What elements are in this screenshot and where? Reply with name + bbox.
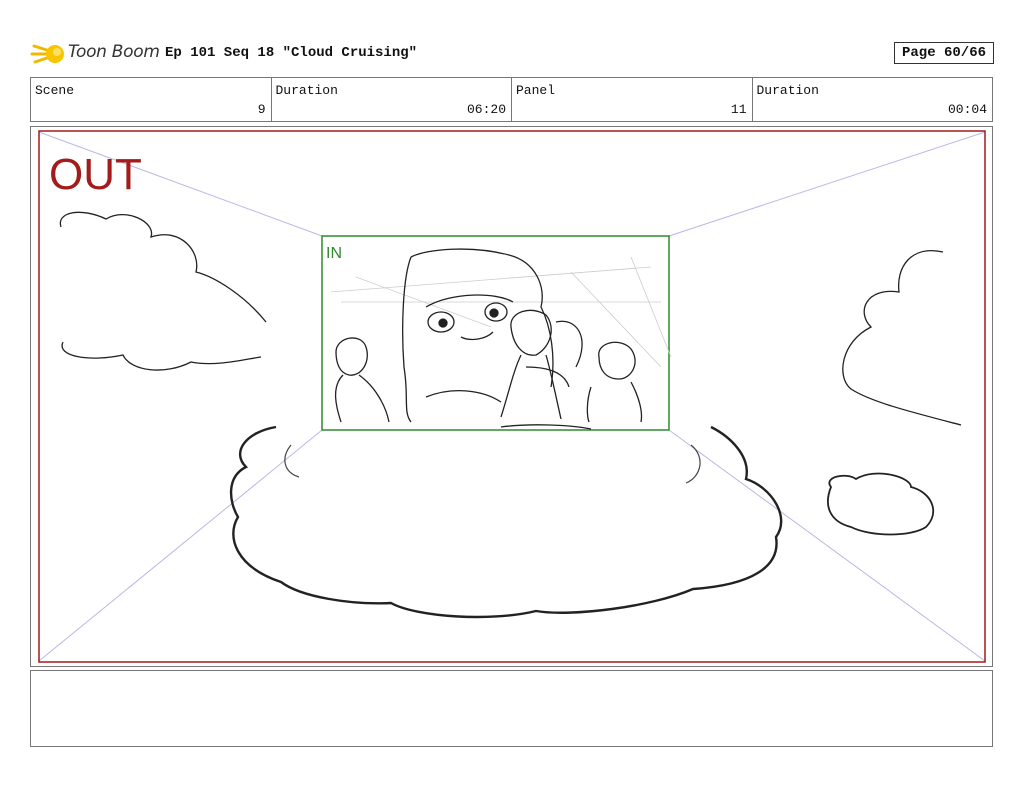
panel-cell: Panel 11: [512, 78, 753, 121]
panel-duration-value: 00:04: [947, 102, 987, 117]
cloud-detail: [284, 444, 701, 484]
cloud-right: [842, 250, 962, 426]
panel-info-row: Scene 9 Duration 06:20 Panel 11 Duration…: [30, 77, 993, 122]
brand-name: Toon Boom: [68, 42, 160, 62]
in-frame: [321, 235, 670, 431]
toon-boom-logo: Toon Boom: [30, 36, 160, 72]
scene-label: Scene: [35, 83, 75, 98]
scene-duration-cell: Duration 06:20: [272, 78, 512, 121]
panel-duration-label: Duration: [756, 83, 819, 98]
panel-label: Panel: [516, 83, 556, 98]
cloud-left: [59, 211, 267, 371]
star-burst-icon: [30, 44, 64, 64]
document-title: Ep 101 Seq 18 "Cloud Cruising": [165, 45, 418, 61]
panel-duration-cell: Duration 00:04: [753, 78, 993, 121]
in-label: IN: [326, 245, 342, 262]
panel-value: 11: [730, 102, 747, 117]
panel-drawing: OUT IN: [38, 130, 986, 663]
scene-cell: Scene 9: [31, 78, 272, 121]
scene-duration-label: Duration: [275, 83, 338, 98]
header: Toon Boom Ep 101 Seq 18 "Cloud Cruising"…: [30, 36, 994, 72]
storyboard-panel: OUT IN: [30, 126, 993, 667]
page-number: Page 60/66: [894, 42, 994, 64]
cloud-small: [827, 472, 935, 536]
scene-duration-value: 06:20: [466, 102, 506, 117]
panel-notes[interactable]: [30, 670, 993, 747]
out-label: OUT: [49, 150, 142, 199]
scene-value: 9: [257, 102, 266, 117]
